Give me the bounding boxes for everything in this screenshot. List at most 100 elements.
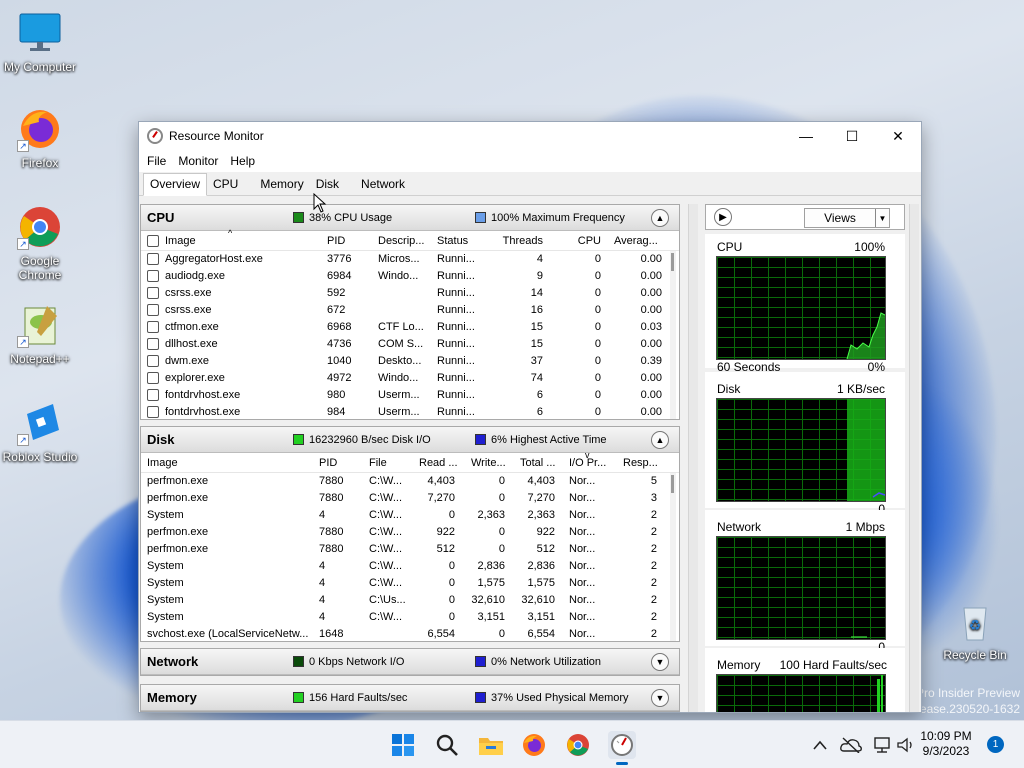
col-threads[interactable]: Threads xyxy=(487,235,543,247)
cpu-usage-metric: 38% CPU Usage xyxy=(293,211,392,224)
table-row[interactable]: perfmon.exe 7880 C:\W... 4,403 0 4,403 Nor... 5 xyxy=(141,473,679,490)
table-cell: Nor... xyxy=(569,628,596,640)
desktop-icon-my-computer[interactable]: My Computer xyxy=(0,10,80,74)
table-row[interactable]: System 4 C:\Us... 0 32,610 32,610 Nor... 2 xyxy=(141,592,679,609)
table-row[interactable]: dllhost.exe 4736 COM S... Runni... 15 0 0.00 xyxy=(141,336,679,353)
table-row[interactable]: System 4 C:\W... 0 1,575 1,575 Nor... 2 xyxy=(141,575,679,592)
tab-disk[interactable]: Disk xyxy=(310,174,345,195)
desktop-icon-firefox[interactable]: ↗ Firefox xyxy=(0,106,80,170)
table-row[interactable]: System 4 C:\W... 0 3,151 3,151 Nor... 2 xyxy=(141,609,679,626)
start-icon[interactable] xyxy=(389,731,417,759)
collapse-pane-icon[interactable]: ▶ xyxy=(714,208,732,226)
table-row[interactable]: fontdrvhost.exe 984 Userm... Runni... 6 0 0.00 xyxy=(141,404,679,421)
disk-io-text: 16232960 B/sec Disk I/O xyxy=(309,433,431,446)
table-row[interactable]: audiodg.exe 6984 Windo... Runni... 9 0 0.00 xyxy=(141,268,679,285)
row-checkbox[interactable] xyxy=(147,389,159,401)
left-pane-scrollbar[interactable] xyxy=(688,204,698,712)
col-pid[interactable]: PID xyxy=(327,235,345,247)
table-row[interactable]: svchost.exe (LocalServiceNetw... 1648 6,55… xyxy=(141,626,679,643)
col-description[interactable]: Descrip... xyxy=(378,235,424,247)
col-write[interactable]: Write... xyxy=(471,457,506,469)
col-status[interactable]: Status xyxy=(437,235,468,247)
cpu-graph-max: 100% xyxy=(854,240,885,254)
table-row[interactable]: AggregatorHost.exe 3776 Micros... Runni... 4… xyxy=(141,251,679,268)
tab-memory[interactable]: Memory xyxy=(254,174,309,195)
close-button[interactable]: ✕ xyxy=(875,122,921,150)
collapse-chevron-icon[interactable]: ▲ xyxy=(651,208,669,227)
cpu-list-scrollbar[interactable] xyxy=(670,251,676,419)
col-response[interactable]: Resp... xyxy=(623,457,658,469)
row-checkbox[interactable] xyxy=(147,304,159,316)
scroll-thumb[interactable] xyxy=(671,253,674,271)
row-checkbox[interactable] xyxy=(147,321,159,333)
cpu-section-header[interactable]: CPU 38% CPU Usage 100% Maximum Frequency… xyxy=(141,205,679,231)
firefox-icon[interactable] xyxy=(520,731,548,759)
table-row[interactable]: perfmon.exe 7880 C:\W... 7,270 0 7,270 Nor... 3 xyxy=(141,490,679,507)
table-row[interactable]: csrss.exe 592 Runni... 14 0 0.00 xyxy=(141,285,679,302)
table-row[interactable]: fontdrvhost.exe 980 Userm... Runni... 6 0 0.00 xyxy=(141,387,679,404)
table-row[interactable]: perfmon.exe 7880 C:\W... 512 0 512 Nor... 2 xyxy=(141,541,679,558)
search-icon[interactable] xyxy=(433,731,461,759)
desktop-icon-roblox-studio[interactable]: ↗ Roblox Studio xyxy=(0,400,80,464)
row-checkbox[interactable] xyxy=(147,270,159,282)
table-row[interactable]: ctfmon.exe 6968 CTF Lo... Runni... 15 0 0.03 xyxy=(141,319,679,336)
chrome-icon[interactable] xyxy=(564,731,592,759)
table-row[interactable]: csrss.exe 672 Runni... 16 0 0.00 xyxy=(141,302,679,319)
table-cell: 980 xyxy=(327,389,346,401)
table-cell: 4 xyxy=(536,253,543,265)
col-file[interactable]: File xyxy=(369,457,387,469)
row-checkbox[interactable] xyxy=(147,253,159,265)
system-clock[interactable]: 10:09 PM 9/3/2023 xyxy=(910,729,982,759)
maximize-button[interactable]: ☐ xyxy=(829,122,875,150)
table-row[interactable]: System 4 C:\W... 0 2,836 2,836 Nor... 2 xyxy=(141,558,679,575)
table-cell: 0 xyxy=(448,509,455,521)
desktop-icon-chrome[interactable]: ↗ Google Chrome xyxy=(0,204,80,282)
sort-arrow-icon: ^ xyxy=(228,228,233,238)
row-checkbox[interactable] xyxy=(147,287,159,299)
memory-section-header[interactable]: Memory 156 Hard Faults/sec 37% Used Phys… xyxy=(141,685,679,711)
col-average[interactable]: Averag... xyxy=(614,235,658,247)
views-dropdown[interactable]: Views ▼ xyxy=(804,208,890,228)
col-total[interactable]: Total ... xyxy=(520,457,555,469)
title-bar[interactable]: Resource Monitor — ☐ ✕ xyxy=(139,122,921,150)
table-row[interactable]: explorer.exe 4972 Windo... Runni... 74 0 0.00 xyxy=(141,370,679,387)
tab-cpu[interactable]: CPU xyxy=(207,174,244,195)
show-hidden-icons-chevron-icon[interactable] xyxy=(806,731,834,759)
collapse-chevron-icon[interactable]: ▲ xyxy=(651,430,669,449)
col-pid[interactable]: PID xyxy=(319,457,337,469)
col-read[interactable]: Read ... xyxy=(419,457,458,469)
col-image[interactable]: Image xyxy=(147,457,178,469)
table-cell: C:\W... xyxy=(369,526,402,538)
menu-help[interactable]: Help xyxy=(224,154,261,168)
file-explorer-icon[interactable] xyxy=(477,731,505,759)
row-checkbox[interactable] xyxy=(147,372,159,384)
notification-badge[interactable]: 1 xyxy=(987,736,1004,753)
disk-list-scrollbar[interactable] xyxy=(670,473,676,641)
resource-monitor-taskbar-icon[interactable] xyxy=(608,731,636,759)
menu-monitor[interactable]: Monitor xyxy=(172,154,224,168)
tab-network[interactable]: Network xyxy=(355,174,411,195)
desktop-icon-recycle-bin[interactable]: ♻ Recycle Bin xyxy=(935,598,1015,662)
scroll-thumb[interactable] xyxy=(671,475,674,493)
table-row[interactable]: System 4 C:\W... 0 2,363 2,363 Nor... 2 xyxy=(141,507,679,524)
desktop-icon-notepadpp[interactable]: ↗ Notepad++ xyxy=(0,302,80,366)
col-image[interactable]: Image xyxy=(165,235,196,247)
row-checkbox[interactable] xyxy=(147,338,159,350)
col-cpu[interactable]: CPU xyxy=(561,235,601,247)
expand-chevron-icon[interactable]: ▼ xyxy=(651,688,669,707)
row-checkbox[interactable] xyxy=(147,406,159,418)
network-section-header[interactable]: Network 0 Kbps Network I/O 0% Network Ut… xyxy=(141,649,679,675)
table-row[interactable]: dwm.exe 1040 Deskto... Runni... 37 0 0.39 xyxy=(141,353,679,370)
right-pane-scrollbar[interactable] xyxy=(909,204,919,712)
row-checkbox[interactable] xyxy=(147,355,159,367)
expand-chevron-icon[interactable]: ▼ xyxy=(651,652,669,671)
table-cell: 3 xyxy=(650,492,657,504)
onedrive-offline-icon[interactable] xyxy=(837,731,865,759)
select-all-checkbox[interactable] xyxy=(147,235,159,247)
minimize-button[interactable]: — xyxy=(783,122,829,150)
table-row[interactable]: perfmon.exe 7880 C:\W... 922 0 922 Nor... 2 xyxy=(141,524,679,541)
disk-section-header[interactable]: Disk 16232960 B/sec Disk I/O 6% Highest … xyxy=(141,427,679,453)
tab-overview[interactable]: Overview xyxy=(143,173,208,196)
table-cell: 6968 xyxy=(327,321,352,333)
menu-file[interactable]: File xyxy=(141,154,172,168)
